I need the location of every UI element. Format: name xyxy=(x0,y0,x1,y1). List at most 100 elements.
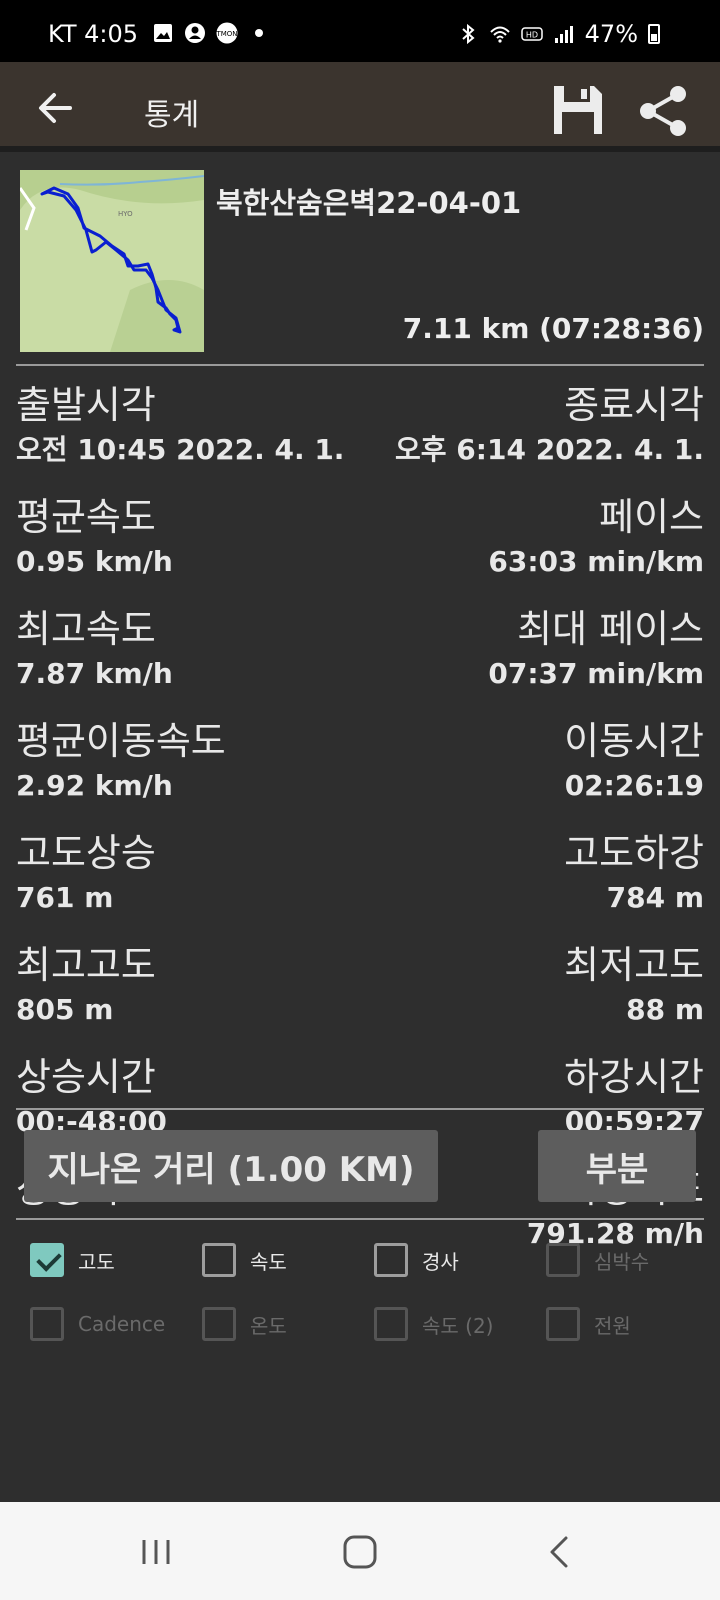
stat-label: 출발시각 xyxy=(16,383,156,427)
divider xyxy=(16,1108,704,1110)
distance-button[interactable]: 지나온 거리 (1.00 KM) xyxy=(24,1130,438,1202)
battery-icon xyxy=(648,24,660,44)
graph-checkbox-item[interactable]: 속도 xyxy=(188,1243,360,1277)
stat-row: 최고고도 805 m 최저고도 88 m xyxy=(16,940,704,1052)
stat-cell-left: 평균속도 0.95 km/h xyxy=(16,492,173,604)
checkbox[interactable] xyxy=(202,1243,236,1277)
svg-text:HD: HD xyxy=(526,31,538,40)
stat-label: 고도상승 xyxy=(16,831,156,875)
checkbox-label: 전원 xyxy=(594,1313,631,1338)
checkbox-row: 고도 속도 경사 심박수 xyxy=(16,1228,704,1292)
graph-checkbox-item: 심박수 xyxy=(532,1243,704,1277)
track-name: 북한산숨은벽22-04-01 xyxy=(216,186,522,220)
stat-cell-left: 최고속도 7.87 km/h xyxy=(16,604,173,716)
share-icon[interactable] xyxy=(636,84,690,138)
stat-value: 7.87 km/h xyxy=(16,657,173,690)
stat-value: 오전 10:45 2022. 4. 1. xyxy=(16,433,345,466)
stat-row: 평균이동속도 2.92 km/h 이동시간 02:26:19 xyxy=(16,716,704,828)
hd-icon: HD xyxy=(520,27,543,41)
track-distance-duration: 7.11 km (07:28:36) xyxy=(402,312,704,345)
back-nav-icon[interactable] xyxy=(540,1532,580,1572)
stat-label: 평균이동속도 xyxy=(16,719,226,763)
track-header: HYO 북한산숨은벽22-04-01 7.11 km (07:28:36) xyxy=(16,158,704,364)
divider xyxy=(16,1218,704,1220)
graph-checkbox-item: 전원 xyxy=(532,1307,704,1341)
stat-label: 종료시각 xyxy=(564,383,704,427)
svg-text:TMON: TMON xyxy=(216,30,238,38)
stat-row: 최고속도 7.87 km/h 최대 페이스 07:37 min/km xyxy=(16,604,704,716)
stat-cell-left: 평균이동속도 2.92 km/h xyxy=(16,716,226,828)
stat-value: 88 m xyxy=(626,993,704,1026)
stat-row: 평균속도 0.95 km/h 페이스 63:03 min/km xyxy=(16,492,704,604)
stat-value: 805 m xyxy=(16,993,114,1026)
graph-checkbox-item: Cadence xyxy=(16,1307,188,1341)
stat-label: 고도하강 xyxy=(564,831,704,875)
stat-row: 고도상승 761 m 고도하강 784 m xyxy=(16,828,704,940)
stat-value: 63:03 min/km xyxy=(488,545,704,578)
stat-label: 페이스 xyxy=(599,495,704,539)
notification-icons: TMON xyxy=(152,22,270,44)
partial-button[interactable]: 부분 xyxy=(538,1130,696,1202)
stat-value: 0.95 km/h xyxy=(16,545,173,578)
bluetooth-icon xyxy=(461,23,475,45)
stat-value: 오후 6:14 2022. 4. 1. xyxy=(395,433,704,466)
checkbox xyxy=(374,1307,408,1341)
stat-value: 07:37 min/km xyxy=(488,657,704,690)
stat-cell-right: 고도하강 784 m xyxy=(564,828,704,940)
stat-value: 761 m xyxy=(16,881,114,914)
checkbox[interactable] xyxy=(374,1243,408,1277)
stat-label: 하강시간 xyxy=(564,1055,704,1099)
stat-cell-right: 최대 페이스 07:37 min/km xyxy=(488,604,704,716)
signal-icon xyxy=(554,26,573,43)
person-icon xyxy=(185,23,205,43)
stat-cell-left: 고도상승 761 m xyxy=(16,828,156,940)
stat-row: 출발시각오전 10:45 2022. 4. 1. 종료시각오후 6:14 2022… xyxy=(16,380,704,492)
stat-label: 평균속도 xyxy=(16,495,156,539)
back-arrow-icon[interactable] xyxy=(34,86,78,130)
checkbox-checked[interactable] xyxy=(30,1243,64,1277)
checkbox-label: 온도 xyxy=(250,1313,287,1338)
wifi-icon xyxy=(489,26,510,43)
graph-checkbox-item[interactable]: 고도 xyxy=(16,1243,188,1277)
status-bar: KT 4:05 TMON HD 47% xyxy=(0,0,720,64)
track-route-map: HYO xyxy=(20,170,204,352)
action-buttons: 지나온 거리 (1.00 KM) 부분 xyxy=(16,1108,704,1220)
app-bar: 통계 xyxy=(0,62,720,152)
checkbox-label: 경사 xyxy=(422,1249,459,1274)
checkbox-row: Cadence 온도 속도 (2) 전원 xyxy=(16,1292,704,1356)
checkbox-label: 고도 xyxy=(78,1249,115,1274)
home-icon[interactable] xyxy=(340,1532,380,1572)
battery-percent: 47% xyxy=(584,20,638,48)
carrier-time: KT 4:05 xyxy=(48,20,139,48)
dot-icon xyxy=(255,29,263,37)
graph-checkbox-item: 속도 (2) xyxy=(360,1307,532,1341)
stat-label: 최고속도 xyxy=(16,607,156,651)
stat-label: 최저고도 xyxy=(564,943,704,987)
checkbox xyxy=(30,1307,64,1341)
stat-value: 784 m xyxy=(606,881,704,914)
svg-text:HYO: HYO xyxy=(118,210,133,218)
image-icon xyxy=(154,24,172,42)
stat-label: 상승시간 xyxy=(16,1055,156,1099)
stat-cell-left: 출발시각오전 10:45 2022. 4. 1. xyxy=(16,380,344,492)
graph-checkbox-item[interactable]: 경사 xyxy=(360,1243,532,1277)
stat-value: 2.92 km/h xyxy=(16,769,173,802)
checkbox xyxy=(546,1243,580,1277)
page-title: 통계 xyxy=(144,98,200,133)
checkbox-label: 속도 xyxy=(250,1249,287,1274)
checkbox-label: 속도 (2) xyxy=(422,1313,494,1338)
stat-cell-left: 최고고도 805 m xyxy=(16,940,156,1052)
graph-options: 고도 속도 경사 심박수 Cadence 온도 속도 (2) 전원 xyxy=(16,1228,704,1356)
track-map-thumbnail[interactable]: HYO xyxy=(20,170,204,352)
checkbox xyxy=(546,1307,580,1341)
tmon-icon: TMON xyxy=(216,22,238,44)
graph-checkbox-item: 온도 xyxy=(188,1307,360,1341)
save-floppy-icon[interactable] xyxy=(552,84,604,136)
stat-value: 02:26:19 xyxy=(564,769,704,802)
stat-cell-right: 이동시간 02:26:19 xyxy=(564,716,704,828)
stat-label: 최대 페이스 xyxy=(517,607,704,651)
stat-cell-right: 페이스 63:03 min/km xyxy=(488,492,704,604)
stat-cell-right: 최저고도 88 m xyxy=(564,940,704,1052)
stat-cell-right: 종료시각오후 6:14 2022. 4. 1. xyxy=(395,380,704,492)
recent-apps-icon[interactable] xyxy=(136,1532,176,1572)
